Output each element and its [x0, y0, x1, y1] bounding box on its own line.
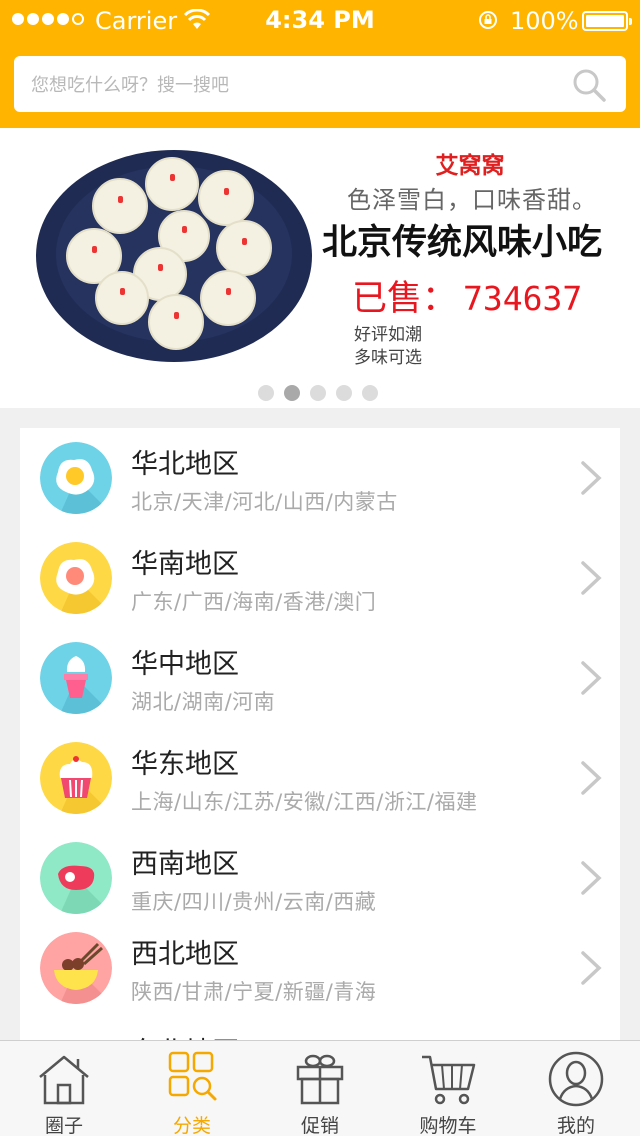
region-provinces: 重庆/四川/贵州/云南/西藏 [131, 890, 377, 914]
region-provinces: 陕西/甘肃/宁夏/新疆/青海 [131, 980, 377, 1004]
steak-icon [40, 842, 112, 914]
tab-label: 购物车 [419, 1115, 477, 1136]
noodle-bowl-icon [40, 932, 112, 1004]
cupcake-icon [40, 742, 112, 814]
dumpling-plate-image [36, 150, 312, 362]
promo-banner[interactable]: 艾窝窝 色泽雪白，口味香甜。 北京传统风味小吃 已售： 734637 好评如潮 多… [0, 128, 640, 408]
region-row-central-china[interactable]: 华中地区 湖北/湖南/河南 [20, 628, 620, 728]
status-bar: Carrier 4:34 PM 100% [0, 0, 640, 40]
gift-icon [296, 1054, 344, 1105]
region-row-northwest[interactable]: 西北地区 陕西/甘肃/宁夏/新疆/青海 [20, 918, 620, 1018]
house-icon [39, 1055, 89, 1105]
tab-category[interactable]: 分类 [128, 1041, 256, 1136]
battery-percent: 100% [510, 7, 579, 35]
carousel-dot[interactable] [258, 385, 274, 401]
banner-sold: 已售： 734637 [352, 270, 582, 321]
region-title: 华东地区 [131, 749, 239, 780]
category-icon [168, 1051, 217, 1101]
cart-icon [422, 1055, 476, 1105]
chevron-right-icon [581, 861, 602, 895]
banner-brand: 艾窝窝 [435, 153, 505, 179]
region-title: 西北地区 [131, 939, 239, 970]
banner-tagline: 色泽雪白，口味香甜。 [347, 186, 597, 214]
ice-cream-icon [40, 642, 112, 714]
region-row-southwest[interactable]: 西南地区 重庆/四川/贵州/云南/西藏 [20, 828, 620, 928]
region-title: 东北地区 [131, 1030, 239, 1040]
tab-label: 圈子 [44, 1115, 83, 1136]
banner-note-1: 好评如潮 [354, 325, 422, 345]
carousel-dot[interactable] [336, 385, 352, 401]
region-row-east-china[interactable]: 华东地区 上海/山东/江苏/安徽/江西/浙江/福建 [20, 728, 620, 828]
search-input[interactable]: 您想吃什么呀？搜一搜吧 [31, 71, 229, 97]
tab-cart[interactable]: 购物车 [384, 1041, 512, 1136]
app-header: Carrier 4:34 PM 100% 您想吃什么呀？搜一搜吧 [0, 0, 640, 128]
chevron-right-icon [581, 951, 602, 985]
region-provinces: 广东/广西/海南/香港/澳门 [131, 590, 377, 614]
tab-promotions[interactable]: 促销 [256, 1041, 384, 1136]
region-provinces: 湖北/湖南/河南 [131, 690, 276, 714]
carousel-indicator[interactable] [258, 385, 378, 401]
region-row-north-china[interactable]: 华北地区 北京/天津/河北/山西/内蒙古 [20, 428, 620, 528]
chevron-right-icon [581, 461, 602, 495]
tab-label: 分类 [172, 1115, 211, 1136]
search-icon[interactable] [572, 68, 606, 102]
region-title: 华北地区 [131, 449, 239, 480]
carousel-dot[interactable] [310, 385, 326, 401]
sold-count: 734637 [463, 279, 583, 318]
region-title: 华南地区 [131, 549, 239, 580]
region-provinces: 上海/山东/江苏/安徽/江西/浙江/福建 [131, 790, 478, 814]
chevron-right-icon [581, 561, 602, 595]
fried-egg-icon [40, 442, 112, 514]
battery-icon [582, 11, 632, 31]
search-bar[interactable]: 您想吃什么呀？搜一搜吧 [14, 56, 626, 112]
tab-label: 我的 [556, 1115, 595, 1136]
banner-note-2: 多味可选 [354, 348, 422, 368]
tab-label: 促销 [300, 1115, 339, 1136]
user-icon [548, 1051, 604, 1107]
carousel-dot-active[interactable] [284, 385, 300, 401]
tab-bar: 圈子 分类 促销 购物车 我的 [0, 1040, 640, 1136]
region-list: 华北地区 北京/天津/河北/山西/内蒙古 华南地区 广东/广西/海南/香港/澳门… [20, 428, 620, 1040]
rotation-lock-icon [479, 11, 497, 29]
chevron-right-icon [581, 761, 602, 795]
chevron-right-icon [581, 661, 602, 695]
banner-headline: 北京传统风味小吃 [322, 223, 603, 263]
fried-egg-icon [40, 542, 112, 614]
region-row-northeast[interactable]: 东北地区 [20, 1024, 620, 1040]
region-provinces: 北京/天津/河北/山西/内蒙古 [131, 490, 398, 514]
region-title: 西南地区 [131, 849, 239, 880]
carousel-dot[interactable] [362, 385, 378, 401]
tab-profile[interactable]: 我的 [512, 1041, 640, 1136]
sold-label: 已售： [352, 279, 458, 319]
region-row-south-china[interactable]: 华南地区 广东/广西/海南/香港/澳门 [20, 528, 620, 628]
tab-circle[interactable]: 圈子 [0, 1041, 128, 1136]
region-title: 华中地区 [131, 649, 239, 680]
